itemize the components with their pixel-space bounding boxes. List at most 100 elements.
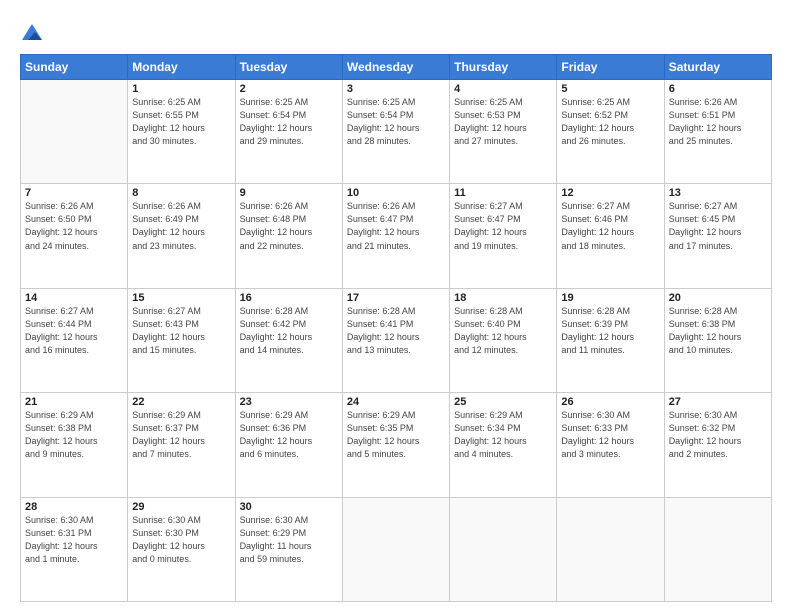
calendar-cell bbox=[664, 497, 771, 601]
calendar-week-row: 7Sunrise: 6:26 AM Sunset: 6:50 PM Daylig… bbox=[21, 184, 772, 288]
day-info: Sunrise: 6:27 AM Sunset: 6:46 PM Dayligh… bbox=[561, 200, 659, 252]
calendar-cell: 17Sunrise: 6:28 AM Sunset: 6:41 PM Dayli… bbox=[342, 288, 449, 392]
calendar-cell: 10Sunrise: 6:26 AM Sunset: 6:47 PM Dayli… bbox=[342, 184, 449, 288]
day-number: 30 bbox=[240, 501, 338, 513]
day-info: Sunrise: 6:26 AM Sunset: 6:50 PM Dayligh… bbox=[25, 200, 123, 252]
day-info: Sunrise: 6:29 AM Sunset: 6:36 PM Dayligh… bbox=[240, 409, 338, 461]
day-number: 20 bbox=[669, 292, 767, 304]
day-info: Sunrise: 6:25 AM Sunset: 6:53 PM Dayligh… bbox=[454, 96, 552, 148]
day-info: Sunrise: 6:29 AM Sunset: 6:35 PM Dayligh… bbox=[347, 409, 445, 461]
day-info: Sunrise: 6:28 AM Sunset: 6:38 PM Dayligh… bbox=[669, 305, 767, 357]
day-number: 22 bbox=[132, 396, 230, 408]
day-info: Sunrise: 6:29 AM Sunset: 6:38 PM Dayligh… bbox=[25, 409, 123, 461]
day-number: 29 bbox=[132, 501, 230, 513]
calendar-cell: 26Sunrise: 6:30 AM Sunset: 6:33 PM Dayli… bbox=[557, 393, 664, 497]
calendar-cell: 3Sunrise: 6:25 AM Sunset: 6:54 PM Daylig… bbox=[342, 80, 449, 184]
day-info: Sunrise: 6:27 AM Sunset: 6:47 PM Dayligh… bbox=[454, 200, 552, 252]
day-info: Sunrise: 6:26 AM Sunset: 6:48 PM Dayligh… bbox=[240, 200, 338, 252]
day-number: 17 bbox=[347, 292, 445, 304]
calendar-cell: 27Sunrise: 6:30 AM Sunset: 6:32 PM Dayli… bbox=[664, 393, 771, 497]
day-number: 14 bbox=[25, 292, 123, 304]
day-number: 16 bbox=[240, 292, 338, 304]
weekday-header: Monday bbox=[128, 55, 235, 80]
calendar-cell: 14Sunrise: 6:27 AM Sunset: 6:44 PM Dayli… bbox=[21, 288, 128, 392]
day-number: 19 bbox=[561, 292, 659, 304]
day-info: Sunrise: 6:29 AM Sunset: 6:34 PM Dayligh… bbox=[454, 409, 552, 461]
day-number: 10 bbox=[347, 187, 445, 199]
calendar-cell: 20Sunrise: 6:28 AM Sunset: 6:38 PM Dayli… bbox=[664, 288, 771, 392]
calendar-week-row: 21Sunrise: 6:29 AM Sunset: 6:38 PM Dayli… bbox=[21, 393, 772, 497]
day-number: 13 bbox=[669, 187, 767, 199]
day-number: 5 bbox=[561, 83, 659, 95]
calendar-cell: 12Sunrise: 6:27 AM Sunset: 6:46 PM Dayli… bbox=[557, 184, 664, 288]
day-number: 6 bbox=[669, 83, 767, 95]
calendar-cell: 16Sunrise: 6:28 AM Sunset: 6:42 PM Dayli… bbox=[235, 288, 342, 392]
calendar: SundayMondayTuesdayWednesdayThursdayFrid… bbox=[20, 54, 772, 602]
calendar-cell: 21Sunrise: 6:29 AM Sunset: 6:38 PM Dayli… bbox=[21, 393, 128, 497]
day-info: Sunrise: 6:30 AM Sunset: 6:30 PM Dayligh… bbox=[132, 514, 230, 566]
calendar-cell: 29Sunrise: 6:30 AM Sunset: 6:30 PM Dayli… bbox=[128, 497, 235, 601]
calendar-cell bbox=[342, 497, 449, 601]
day-number: 12 bbox=[561, 187, 659, 199]
calendar-cell: 22Sunrise: 6:29 AM Sunset: 6:37 PM Dayli… bbox=[128, 393, 235, 497]
calendar-cell: 8Sunrise: 6:26 AM Sunset: 6:49 PM Daylig… bbox=[128, 184, 235, 288]
day-info: Sunrise: 6:26 AM Sunset: 6:47 PM Dayligh… bbox=[347, 200, 445, 252]
day-number: 21 bbox=[25, 396, 123, 408]
day-info: Sunrise: 6:25 AM Sunset: 6:54 PM Dayligh… bbox=[347, 96, 445, 148]
day-number: 15 bbox=[132, 292, 230, 304]
weekday-header: Saturday bbox=[664, 55, 771, 80]
weekday-header: Thursday bbox=[450, 55, 557, 80]
day-info: Sunrise: 6:28 AM Sunset: 6:40 PM Dayligh… bbox=[454, 305, 552, 357]
weekday-header: Wednesday bbox=[342, 55, 449, 80]
calendar-cell: 4Sunrise: 6:25 AM Sunset: 6:53 PM Daylig… bbox=[450, 80, 557, 184]
calendar-header-row: SundayMondayTuesdayWednesdayThursdayFrid… bbox=[21, 55, 772, 80]
day-info: Sunrise: 6:27 AM Sunset: 6:43 PM Dayligh… bbox=[132, 305, 230, 357]
calendar-cell: 23Sunrise: 6:29 AM Sunset: 6:36 PM Dayli… bbox=[235, 393, 342, 497]
day-info: Sunrise: 6:30 AM Sunset: 6:29 PM Dayligh… bbox=[240, 514, 338, 566]
day-info: Sunrise: 6:28 AM Sunset: 6:39 PM Dayligh… bbox=[561, 305, 659, 357]
calendar-cell: 7Sunrise: 6:26 AM Sunset: 6:50 PM Daylig… bbox=[21, 184, 128, 288]
day-number: 26 bbox=[561, 396, 659, 408]
day-info: Sunrise: 6:28 AM Sunset: 6:41 PM Dayligh… bbox=[347, 305, 445, 357]
day-number: 4 bbox=[454, 83, 552, 95]
day-info: Sunrise: 6:27 AM Sunset: 6:44 PM Dayligh… bbox=[25, 305, 123, 357]
day-info: Sunrise: 6:26 AM Sunset: 6:51 PM Dayligh… bbox=[669, 96, 767, 148]
calendar-cell: 24Sunrise: 6:29 AM Sunset: 6:35 PM Dayli… bbox=[342, 393, 449, 497]
day-number: 28 bbox=[25, 501, 123, 513]
day-number: 8 bbox=[132, 187, 230, 199]
day-info: Sunrise: 6:25 AM Sunset: 6:55 PM Dayligh… bbox=[132, 96, 230, 148]
calendar-cell: 28Sunrise: 6:30 AM Sunset: 6:31 PM Dayli… bbox=[21, 497, 128, 601]
day-info: Sunrise: 6:30 AM Sunset: 6:31 PM Dayligh… bbox=[25, 514, 123, 566]
calendar-cell: 19Sunrise: 6:28 AM Sunset: 6:39 PM Dayli… bbox=[557, 288, 664, 392]
day-number: 3 bbox=[347, 83, 445, 95]
logo bbox=[20, 22, 48, 46]
calendar-cell: 13Sunrise: 6:27 AM Sunset: 6:45 PM Dayli… bbox=[664, 184, 771, 288]
day-number: 7 bbox=[25, 187, 123, 199]
day-number: 9 bbox=[240, 187, 338, 199]
calendar-cell: 1Sunrise: 6:25 AM Sunset: 6:55 PM Daylig… bbox=[128, 80, 235, 184]
day-info: Sunrise: 6:25 AM Sunset: 6:52 PM Dayligh… bbox=[561, 96, 659, 148]
day-number: 2 bbox=[240, 83, 338, 95]
calendar-cell bbox=[450, 497, 557, 601]
day-number: 18 bbox=[454, 292, 552, 304]
day-info: Sunrise: 6:29 AM Sunset: 6:37 PM Dayligh… bbox=[132, 409, 230, 461]
day-info: Sunrise: 6:30 AM Sunset: 6:33 PM Dayligh… bbox=[561, 409, 659, 461]
logo-icon bbox=[20, 22, 44, 46]
calendar-cell: 18Sunrise: 6:28 AM Sunset: 6:40 PM Dayli… bbox=[450, 288, 557, 392]
day-number: 23 bbox=[240, 396, 338, 408]
weekday-header: Sunday bbox=[21, 55, 128, 80]
page: SundayMondayTuesdayWednesdayThursdayFrid… bbox=[0, 0, 792, 612]
day-info: Sunrise: 6:27 AM Sunset: 6:45 PM Dayligh… bbox=[669, 200, 767, 252]
calendar-cell: 30Sunrise: 6:30 AM Sunset: 6:29 PM Dayli… bbox=[235, 497, 342, 601]
day-info: Sunrise: 6:26 AM Sunset: 6:49 PM Dayligh… bbox=[132, 200, 230, 252]
calendar-cell: 11Sunrise: 6:27 AM Sunset: 6:47 PM Dayli… bbox=[450, 184, 557, 288]
header bbox=[20, 18, 772, 46]
day-number: 1 bbox=[132, 83, 230, 95]
weekday-header: Tuesday bbox=[235, 55, 342, 80]
calendar-week-row: 1Sunrise: 6:25 AM Sunset: 6:55 PM Daylig… bbox=[21, 80, 772, 184]
calendar-week-row: 28Sunrise: 6:30 AM Sunset: 6:31 PM Dayli… bbox=[21, 497, 772, 601]
calendar-cell: 2Sunrise: 6:25 AM Sunset: 6:54 PM Daylig… bbox=[235, 80, 342, 184]
calendar-cell: 6Sunrise: 6:26 AM Sunset: 6:51 PM Daylig… bbox=[664, 80, 771, 184]
day-number: 11 bbox=[454, 187, 552, 199]
day-number: 25 bbox=[454, 396, 552, 408]
